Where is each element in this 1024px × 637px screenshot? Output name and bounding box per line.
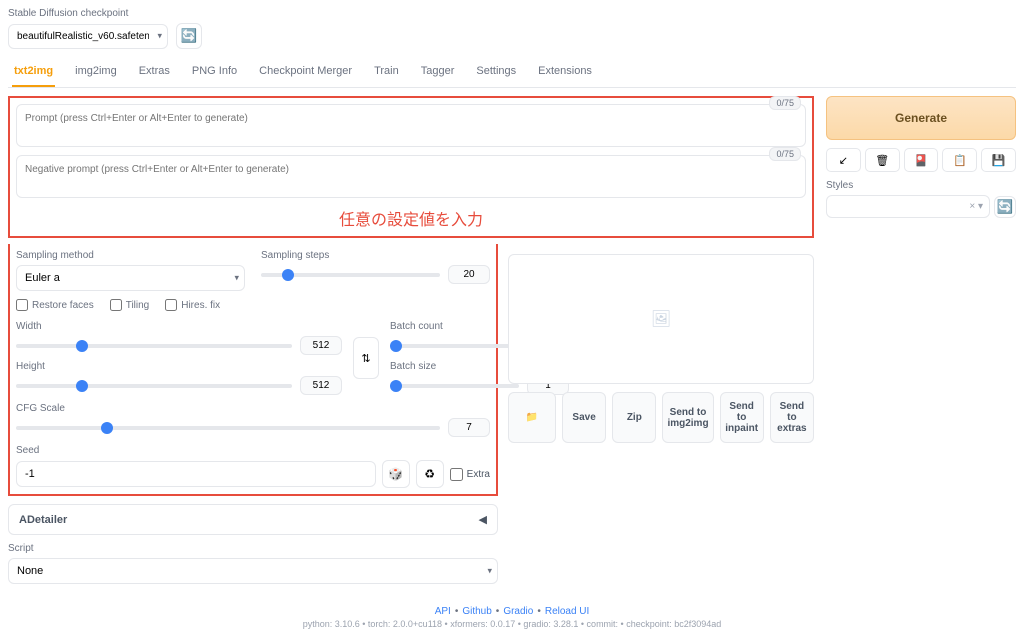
- footer: API•Github•Gradio•Reload UI python: 3.10…: [8, 606, 1016, 629]
- generate-button[interactable]: Generate: [826, 96, 1016, 140]
- footer-link-github[interactable]: Github: [462, 606, 491, 617]
- tab-pnginfo[interactable]: PNG Info: [190, 59, 239, 87]
- seed-reuse-icon[interactable]: ♻: [416, 460, 444, 488]
- tab-img2img[interactable]: img2img: [73, 59, 119, 87]
- checkpoint-label: Stable Diffusion checkpoint: [8, 8, 1016, 19]
- tab-train[interactable]: Train: [372, 59, 401, 87]
- zip-button[interactable]: Zip: [612, 392, 656, 443]
- neg-prompt-container: 0/75: [16, 155, 806, 198]
- tool-clear-icon[interactable]: 🗑: [865, 148, 900, 172]
- script-select[interactable]: None: [8, 558, 498, 584]
- tool-clip-icon[interactable]: 📋: [942, 148, 977, 172]
- styles-label: Styles: [826, 180, 1016, 191]
- width-slider[interactable]: [16, 344, 292, 348]
- main-tabs: txt2img img2img Extras PNG Info Checkpoi…: [8, 59, 1016, 88]
- seed-random-icon[interactable]: 🎲: [382, 460, 410, 488]
- send-img2img-button[interactable]: Send to img2img: [662, 392, 713, 443]
- sampling-steps-label: Sampling steps: [261, 250, 490, 261]
- styles-refresh-icon[interactable]: 🔄: [994, 196, 1016, 218]
- tab-settings[interactable]: Settings: [474, 59, 518, 87]
- height-value[interactable]: [300, 376, 342, 395]
- image-placeholder-icon: 🖼: [651, 309, 671, 329]
- batch-size-slider[interactable]: [390, 384, 519, 388]
- cfg-value[interactable]: [448, 418, 490, 437]
- cfg-slider[interactable]: [16, 426, 440, 430]
- footer-link-gradio[interactable]: Gradio: [503, 606, 533, 617]
- width-value[interactable]: [300, 336, 342, 355]
- script-label: Script: [8, 543, 498, 554]
- annotation-text: 任意の設定値を入力: [16, 206, 806, 230]
- batch-size-label: Batch size: [390, 361, 490, 372]
- adetailer-accordion[interactable]: ADetailer ◀: [8, 504, 498, 535]
- neg-prompt-input[interactable]: [17, 156, 805, 194]
- tool-save-icon[interactable]: 💾: [981, 148, 1016, 172]
- annotation-box: 0/75 0/75 任意の設定値を入力: [8, 96, 814, 238]
- sampling-method-select[interactable]: Euler a: [16, 265, 245, 291]
- header-row: beautifulRealistic_v60.safetensors [bc2f…: [8, 23, 1016, 49]
- footer-meta: python: 3.10.6 • torch: 2.0.0+cu118 • xf…: [8, 619, 1016, 629]
- tab-txt2img[interactable]: txt2img: [12, 59, 55, 87]
- footer-link-api[interactable]: API: [435, 606, 451, 617]
- tab-checkpoint-merger[interactable]: Checkpoint Merger: [257, 59, 354, 87]
- checkpoint-select[interactable]: beautifulRealistic_v60.safetensors [bc2f…: [8, 24, 168, 49]
- send-extras-button[interactable]: Send to extras: [770, 392, 814, 443]
- seed-extra-check[interactable]: Extra: [450, 468, 490, 481]
- prompt-counter: 0/75: [769, 96, 801, 110]
- swap-dims-icon[interactable]: ⇅: [353, 337, 379, 379]
- tab-extras[interactable]: Extras: [137, 59, 172, 87]
- chevron-left-icon: ◀: [479, 513, 487, 526]
- tool-arrow-icon[interactable]: ↙: [826, 148, 861, 172]
- batch-count-slider[interactable]: [390, 344, 519, 348]
- send-inpaint-button[interactable]: Send to inpaint: [720, 392, 764, 443]
- batch-count-label: Batch count: [390, 321, 490, 332]
- prompt-container: 0/75: [16, 104, 806, 147]
- save-button[interactable]: Save: [562, 392, 606, 443]
- cfg-label: CFG Scale: [16, 403, 490, 414]
- seed-label: Seed: [16, 445, 490, 456]
- sampling-steps-value[interactable]: [448, 265, 490, 284]
- sampling-steps-slider[interactable]: [261, 273, 440, 277]
- height-slider[interactable]: [16, 384, 292, 388]
- open-folder-button[interactable]: 📁: [508, 392, 556, 443]
- sampling-method-label: Sampling method: [16, 250, 245, 261]
- tab-extensions[interactable]: Extensions: [536, 59, 594, 87]
- hiresfix-check[interactable]: Hires. fix: [165, 299, 220, 311]
- seed-input[interactable]: [16, 461, 376, 487]
- tiling-check[interactable]: Tiling: [110, 299, 150, 311]
- settings-panel: Sampling method Euler a Sampling steps: [8, 244, 498, 496]
- neg-prompt-counter: 0/75: [769, 147, 801, 161]
- result-image-area: 🖼: [508, 254, 814, 384]
- footer-link-reload[interactable]: Reload UI: [545, 606, 589, 617]
- width-label: Width: [16, 321, 342, 332]
- prompt-input[interactable]: [17, 105, 805, 143]
- refresh-checkpoint-icon[interactable]: 🔄: [176, 23, 202, 49]
- restore-faces-check[interactable]: Restore faces: [16, 299, 94, 311]
- tool-style-icon[interactable]: 🎴: [904, 148, 939, 172]
- styles-select[interactable]: × ▾: [826, 195, 990, 218]
- tab-tagger[interactable]: Tagger: [419, 59, 457, 87]
- height-label: Height: [16, 361, 342, 372]
